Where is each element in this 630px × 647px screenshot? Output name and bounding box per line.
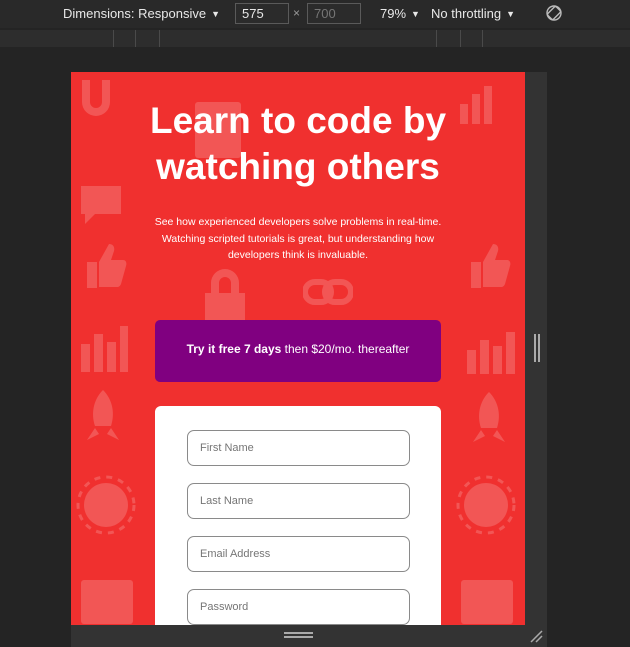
throttle-dropdown[interactable]: No throttling ▼ — [431, 6, 515, 21]
hero-subtitle: See how experienced developers solve pro… — [154, 216, 442, 261]
bar-chart-icon — [467, 332, 515, 374]
chevron-down-icon: ▼ — [411, 8, 420, 19]
zoom-dropdown[interactable]: 79% ▼ — [380, 6, 420, 21]
dimensions-dropdown[interactable]: Dimensions: Responsive ▼ — [63, 6, 220, 21]
first-name-input[interactable] — [187, 430, 410, 466]
last-name-input[interactable] — [187, 483, 410, 519]
page-viewport: Learn to code by watching others See how… — [71, 72, 525, 625]
resize-handle-right[interactable] — [534, 334, 540, 362]
throttle-label: No throttling — [431, 6, 502, 21]
height-input[interactable] — [307, 3, 361, 24]
free-trial-bold: Try it free 7 days — [186, 342, 282, 356]
free-trial-banner[interactable]: Try it free 7 days then $20/mo. thereaft… — [155, 320, 441, 382]
dimensions-label: Dimensions: Responsive — [63, 6, 207, 21]
rotate-icon[interactable] — [545, 4, 563, 22]
bar-chart-icon — [81, 326, 128, 372]
link-icon — [303, 279, 353, 305]
rocket-icon — [87, 390, 119, 440]
thumbs-up-icon — [471, 244, 511, 288]
chevron-down-icon: ▼ — [506, 8, 516, 19]
times-sign: × — [293, 6, 301, 20]
zoom-label: 79% — [380, 6, 407, 21]
devtools-toolbar: Dimensions: Responsive ▼ × 79% ▼ No thro… — [0, 0, 630, 28]
width-input[interactable] — [235, 3, 289, 24]
email-input[interactable] — [187, 536, 410, 572]
rocket-icon — [473, 392, 505, 442]
calendar-icon — [461, 580, 513, 624]
resize-handle-bottom[interactable] — [284, 632, 313, 638]
hero-title: Learn to code by watching others — [71, 98, 525, 190]
thumbs-up-icon — [87, 244, 127, 288]
hero-title-line2: watching others — [156, 146, 440, 187]
hero-title-line1: Learn to code by — [149, 100, 447, 141]
free-trial-rest: then $20/mo. thereafter — [281, 342, 410, 356]
signup-form — [155, 406, 441, 625]
calendar-icon — [81, 580, 133, 624]
media-query-bar[interactable] — [0, 30, 630, 47]
globe-icon — [456, 475, 516, 535]
globe-icon — [76, 475, 136, 535]
chevron-down-icon: ▼ — [211, 8, 220, 19]
resize-corner-icon[interactable] — [528, 628, 544, 644]
password-input[interactable] — [187, 589, 410, 625]
